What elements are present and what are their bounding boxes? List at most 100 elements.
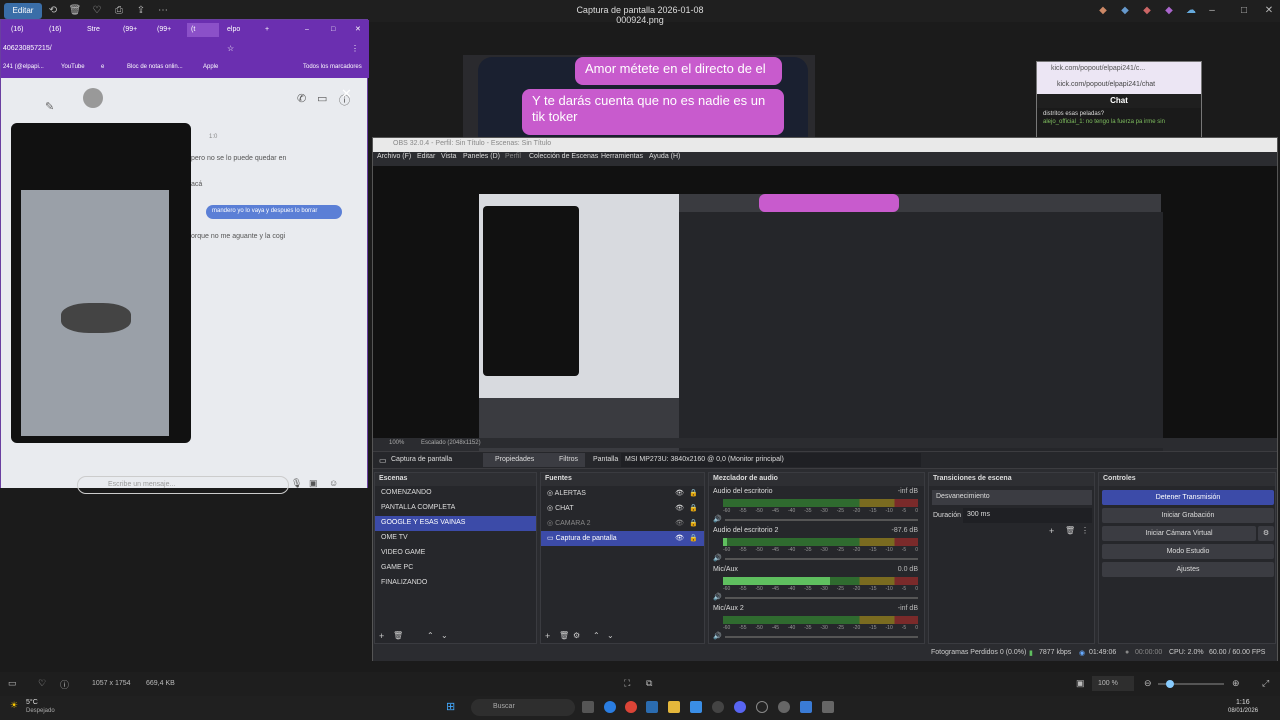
close-icon[interactable]: ✕ [351, 23, 363, 37]
browser-tab[interactable]: (99+ [119, 23, 151, 37]
browser-tab[interactable]: elpo [223, 23, 257, 37]
extension-icon[interactable]: ◆ [1140, 4, 1154, 18]
kick-url[interactable]: kick.com/popout/elpapi241/chat [1037, 78, 1201, 94]
move-up-icon[interactable]: ⌃ [593, 631, 600, 640]
cloud-icon[interactable]: ☁ [1184, 4, 1198, 18]
menu-edit[interactable]: Editar [417, 153, 435, 160]
maximize-icon[interactable]: □ [1237, 4, 1251, 18]
bookmark[interactable]: 241 (@elpapi... [3, 64, 44, 70]
fullscreen-icon[interactable]: ⤢ [1262, 678, 1269, 689]
edge-icon[interactable] [604, 701, 616, 713]
settings-button[interactable]: Ajustes [1102, 562, 1274, 577]
store-icon[interactable] [646, 701, 658, 713]
minimize-icon[interactable]: – [301, 23, 313, 37]
compare-icon[interactable]: ⧉ [646, 678, 652, 689]
weather-icon[interactable]: ☀ [10, 700, 18, 711]
close-icon[interactable]: ✕ [341, 86, 352, 102]
bookmark[interactable]: Apple [203, 64, 218, 70]
close-icon[interactable]: ✕ [1262, 4, 1276, 18]
bookmark[interactable]: YouTube [61, 64, 85, 70]
image-icon[interactable]: ▣ [309, 478, 318, 489]
obs-preview[interactable] [373, 166, 1277, 466]
zoom-in-icon[interactable]: ⊕ [1232, 678, 1240, 689]
discord-icon[interactable] [734, 701, 746, 713]
new-tab-icon[interactable]: + [261, 23, 273, 37]
speaker-icon[interactable]: 🔊 [713, 593, 722, 601]
extension-icon[interactable]: ◆ [1162, 4, 1176, 18]
sticker-icon[interactable]: ☺ [329, 478, 338, 488]
speaker-icon[interactable]: 🔊 [713, 554, 722, 562]
add-source-icon[interactable]: + [545, 631, 550, 641]
scene-item[interactable]: PANTALLA COMPLETA [375, 501, 536, 516]
video-overlay[interactable] [11, 123, 191, 443]
explorer-icon[interactable] [668, 701, 680, 713]
lock-icon[interactable]: 🔒 [689, 504, 698, 512]
menu-help[interactable]: Ayuda (H) [649, 153, 680, 160]
menu-file[interactable]: Archivo (F) [377, 153, 411, 160]
maximize-icon[interactable]: □ [327, 23, 339, 37]
compose-icon[interactable]: ✎ [45, 100, 54, 113]
delete-icon[interactable]: 🗑 [68, 4, 82, 18]
bookmark[interactable]: Bloc de notas onlin... [127, 64, 183, 70]
extension-icon[interactable]: ◆ [1096, 4, 1110, 18]
menu-view[interactable]: Vista [441, 153, 456, 160]
scene-item[interactable]: COMENZANDO [375, 486, 536, 501]
speaker-icon[interactable]: 🔊 [713, 515, 722, 523]
volume-slider[interactable] [725, 558, 918, 560]
message-input[interactable]: Escribe un mensaje... [77, 476, 289, 494]
taskbar-search[interactable]: Buscar [471, 699, 575, 716]
remove-source-icon[interactable]: 🗑 [559, 631, 569, 640]
source-item[interactable]: ◎ CAMARA 2 👁 🔒 [541, 516, 704, 531]
add-transition-icon[interactable]: + [1049, 526, 1054, 536]
source-item[interactable]: ◎ ALERTAS 👁 🔒 [541, 486, 704, 501]
bookmark[interactable]: Todos los marcadores [303, 64, 362, 70]
chrome-icon[interactable] [625, 701, 637, 713]
lock-icon[interactable]: 🔒 [689, 534, 698, 542]
remove-transition-icon[interactable]: 🗑 [1065, 526, 1075, 535]
menu-scene-collection[interactable]: Colección de Escenas [529, 153, 598, 160]
zoom-slider-thumb[interactable] [1166, 680, 1174, 688]
stop-stream-button[interactable]: Detener Transmisión [1102, 490, 1274, 505]
share-icon[interactable]: ⇪ [134, 4, 148, 18]
start-recording-button[interactable]: Iniciar Grabación [1102, 508, 1274, 523]
menu-docks[interactable]: Paneles (D) [463, 153, 500, 160]
duration-input[interactable]: 300 ms [963, 508, 1092, 523]
filters-button[interactable]: Filtros [547, 453, 585, 467]
source-item[interactable]: ◎ CHAT 👁 🔒 [541, 501, 704, 516]
move-down-icon[interactable]: ⌄ [441, 631, 448, 640]
move-up-icon[interactable]: ⌃ [427, 631, 434, 640]
menu-profile[interactable]: Perfil [505, 153, 521, 160]
lock-icon[interactable]: 🔒 [689, 489, 698, 497]
visibility-icon[interactable]: 👁 [675, 519, 684, 527]
edit-button[interactable]: Editar [4, 3, 42, 19]
gear-icon[interactable]: ⚙ [1258, 526, 1274, 541]
browser-tab[interactable]: (16) [7, 23, 39, 37]
browser-tab[interactable]: (t [187, 23, 219, 37]
heart-icon[interactable]: ♡ [38, 678, 46, 689]
transition-select[interactable]: Desvanecimiento [932, 490, 1092, 505]
rotate-icon[interactable]: ⟲ [46, 4, 60, 18]
visibility-icon[interactable]: 👁 [675, 504, 684, 512]
video-icon[interactable]: ▭ [317, 92, 327, 105]
volume-slider[interactable] [725, 519, 918, 521]
remove-scene-icon[interactable]: 🗑 [393, 631, 403, 640]
menu-icon[interactable]: ⋮ [351, 44, 359, 53]
studio-mode-button[interactable]: Modo Estudio [1102, 544, 1274, 559]
more-icon[interactable]: ⋯ [156, 4, 170, 18]
browser-tab[interactable]: (99+ [153, 23, 185, 37]
obs-icon[interactable] [756, 701, 768, 713]
star-icon[interactable]: ☆ [227, 44, 234, 53]
scene-item[interactable]: OME TV [375, 531, 536, 546]
source-item[interactable]: ▭ Captura de pantalla 👁 🔒 [541, 531, 704, 546]
mic-icon[interactable]: 🎙 [291, 478, 302, 489]
add-scene-icon[interactable]: + [379, 631, 384, 641]
print-icon[interactable]: ⎙ [112, 4, 126, 18]
visibility-icon[interactable]: 👁 [675, 489, 684, 497]
windows-start-icon[interactable]: ⊞ [446, 700, 455, 713]
browser-tab[interactable]: (16) [45, 23, 77, 37]
screen-select[interactable]: MSI MP273U: 3840x2160 @ 0,0 (Monitor pri… [621, 453, 921, 467]
scene-item[interactable]: VIDEO GAME [375, 546, 536, 561]
photos-icon[interactable] [800, 701, 812, 713]
app-icon[interactable] [712, 701, 724, 713]
bookmark[interactable]: e [101, 64, 104, 70]
